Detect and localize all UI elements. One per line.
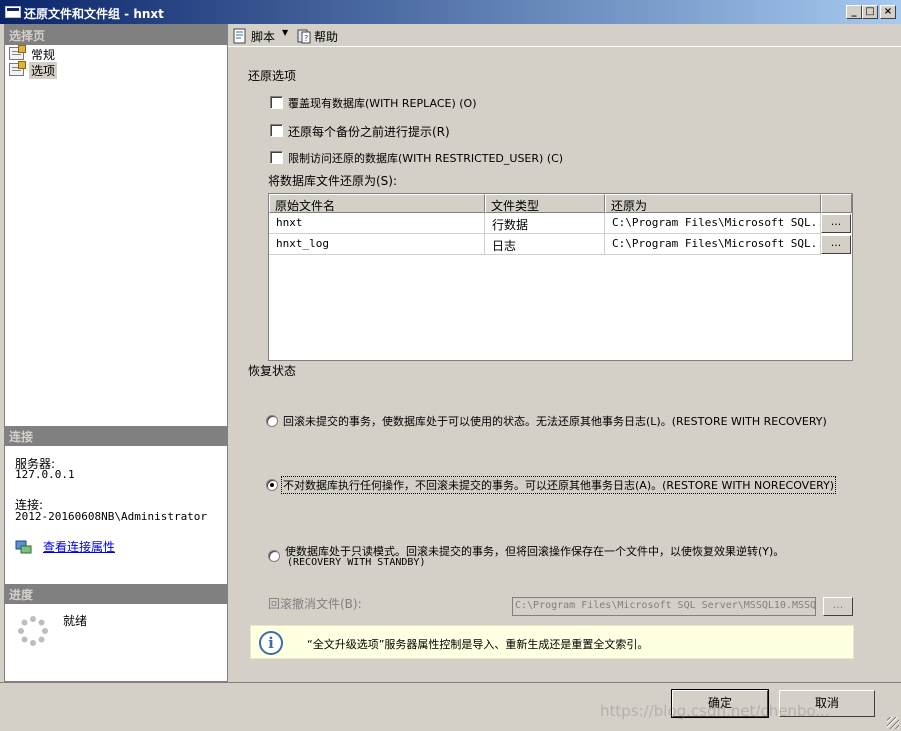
recovery-with-standby-label-2: (RECOVERY WITH STANDBY) [287, 557, 426, 568]
minimize-button[interactable]: _ [846, 5, 862, 19]
cell-original-name: hnxt_log [269, 234, 485, 255]
page-icon [9, 45, 26, 60]
watermark: https://blog.csdn.net/chenbo... [600, 702, 830, 720]
cell-file-type: 日志 [485, 234, 605, 255]
prompt-before-restore-checkbox[interactable] [270, 124, 283, 137]
undo-file-label: 回滚撤消文件(B): [268, 597, 362, 611]
nav-item-label: 选项 [29, 62, 58, 79]
chevron-down-icon: ▼ [282, 28, 289, 37]
column-header-original-name[interactable]: 原始文件名 [269, 194, 485, 213]
close-button[interactable]: × [880, 5, 896, 19]
browse-button[interactable]: ... [821, 235, 851, 254]
restore-with-norecovery-label: 不对数据库执行任何操作，不回滚未提交的事务。可以还原其他事务日志(A)。(RES… [281, 476, 837, 494]
divider [0, 682, 901, 683]
script-icon [233, 28, 246, 44]
cell-file-type: 行数据 [485, 213, 605, 234]
window-icon [5, 6, 21, 18]
script-label: 脚本 [251, 30, 276, 44]
window-title: 还原文件和文件组 - hnxt [24, 7, 164, 21]
cell-original-name: hnxt [269, 213, 485, 234]
info-text: “全文升级选项”服务器属性控制是导入、重新生成还是重置全文索引。 [307, 638, 649, 651]
prompt-before-restore-label: 还原每个备份之前进行提示(R) [288, 125, 450, 139]
restore-with-recovery-radio[interactable] [266, 415, 278, 427]
with-replace-checkbox[interactable] [270, 96, 283, 109]
file-grid[interactable]: 原始文件名 文件类型 还原为 hnxt 行数据 C:\Program Files… [268, 193, 853, 361]
title-bar[interactable]: 还原文件和文件组 - hnxt _ □ × [0, 0, 901, 24]
help-label: 帮助 [314, 30, 339, 44]
toolbar: 脚本 ▼ ? 帮助 [228, 24, 901, 47]
table-row[interactable]: hnxt 行数据 C:\Program Files\Microsoft SQL.… [269, 213, 852, 234]
column-header-file-type[interactable]: 文件类型 [485, 194, 605, 213]
progress-status: 就绪 [63, 614, 88, 628]
view-connection-properties-link[interactable]: 查看连接属性 [43, 538, 115, 555]
progress-spinner-icon [17, 615, 49, 647]
recovery-with-standby-radio[interactable] [268, 550, 280, 562]
connection-header: 连接 [5, 426, 227, 446]
nav-item-options[interactable]: 选项 [9, 61, 129, 79]
connection-value: 2012-20160608NB\Administrator [15, 510, 208, 523]
page-icon [9, 61, 26, 76]
script-button[interactable]: 脚本 ▼ [230, 25, 292, 45]
table-row[interactable]: hnxt_log 日志 C:\Program Files\Microsoft S… [269, 234, 852, 255]
restore-with-norecovery-radio[interactable] [266, 479, 278, 491]
with-replace-label: 覆盖现有数据库(WITH REPLACE) (O) [288, 97, 477, 110]
nav-item-label: 常规 [31, 48, 56, 62]
column-header-button [821, 194, 852, 213]
connection-properties-icon [15, 539, 33, 555]
recovery-state-header: 恢复状态 [248, 364, 297, 378]
column-header-restore-as[interactable]: 还原为 [605, 194, 821, 213]
resize-grip[interactable] [887, 717, 899, 729]
info-icon: i [259, 631, 283, 655]
left-pane: 选择页 常规 选项 连接 服务器: 127.0.0.1 连接: 2012-201… [4, 24, 228, 682]
help-icon: ? [297, 29, 311, 44]
svg-text:?: ? [304, 34, 308, 43]
restore-with-recovery-label: 回滚未提交的事务，使数据库处于可以使用的状态。无法还原其他事务日志(L)。(RE… [283, 415, 827, 428]
server-value: 127.0.0.1 [15, 468, 75, 481]
restore-options-header: 还原选项 [248, 69, 297, 83]
nav-item-general[interactable]: 常规 [9, 45, 129, 62]
undo-file-browse-button[interactable]: ... [823, 597, 853, 616]
restore-as-label: 将数据库文件还原为(S): [268, 174, 398, 188]
restricted-user-checkbox[interactable] [270, 151, 283, 164]
info-bar: i “全文升级选项”服务器属性控制是导入、重新生成还是重置全文索引。 [250, 625, 854, 659]
maximize-button[interactable]: □ [862, 5, 878, 19]
restricted-user-label: 限制访问还原的数据库(WITH RESTRICTED_USER) (C) [288, 152, 564, 165]
progress-header: 进度 [5, 584, 227, 604]
undo-file-input[interactable]: C:\Program Files\Microsoft SQL Server\MS… [512, 597, 816, 616]
cell-restore-as[interactable]: C:\Program Files\Microsoft SQL... [605, 213, 821, 234]
cell-restore-as[interactable]: C:\Program Files\Microsoft SQL... [605, 234, 821, 255]
browse-button[interactable]: ... [821, 214, 851, 233]
select-page-header: 选择页 [5, 25, 227, 45]
help-button[interactable]: ? 帮助 [294, 25, 344, 45]
